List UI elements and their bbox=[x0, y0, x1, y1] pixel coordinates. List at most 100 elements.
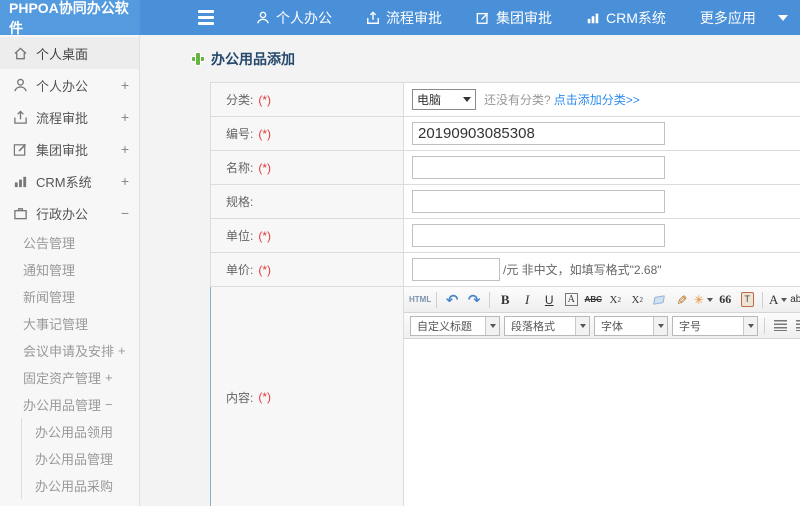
redo-icon[interactable]: ↷ bbox=[464, 290, 484, 310]
editor-toolbar-row2: 自定义标题 段落格式 字体 字号 bbox=[404, 313, 800, 339]
superscript-button[interactable]: X2 bbox=[605, 290, 625, 310]
font-color-button[interactable]: A bbox=[768, 290, 788, 310]
top-nav: 个人办公 流程审批 集团审批 CRM系统 更多应用 bbox=[256, 8, 788, 28]
nav-crm[interactable]: CRM系统 bbox=[586, 8, 666, 28]
form-row-number: 编号: (*) bbox=[210, 117, 800, 151]
sidebar-item-supplies-purchase[interactable]: 办公用品采购 bbox=[22, 472, 139, 499]
nav-more-apps[interactable]: 更多应用 bbox=[700, 8, 756, 28]
workflow-icon bbox=[12, 109, 28, 125]
add-plus-icon bbox=[192, 53, 204, 65]
top-header: PHPOA协同办公软件 个人办公 流程审批 集团审批 CRM系统 更多应用 bbox=[0, 0, 800, 36]
edit-icon bbox=[12, 141, 28, 157]
sidebar-item-group-approval[interactable]: 集团审批 + bbox=[0, 133, 139, 165]
undo-icon[interactable]: ↶ bbox=[442, 290, 462, 310]
main-content: 办公用品添加 分类: (*) 电脑 还没有分类? 点击添加分类>> 编号: (*… bbox=[140, 35, 800, 506]
required-mark: (*) bbox=[258, 160, 272, 175]
name-input[interactable] bbox=[412, 156, 665, 179]
nav-workflow-approval[interactable]: 流程审批 bbox=[366, 8, 442, 28]
name-label: 名称: bbox=[226, 161, 254, 175]
sidebar: 个人桌面 个人办公 + 流程审批 + 集团审批 + CRM系统 + 行政办公 − bbox=[0, 35, 140, 506]
sidebar-item-office-supplies-mgmt[interactable]: 办公用品管理 − bbox=[0, 391, 139, 418]
italic-button[interactable]: I bbox=[517, 290, 537, 310]
select-caret-icon bbox=[463, 97, 471, 102]
sidebar-item-fixed-assets-mgmt[interactable]: 固定资产管理 + bbox=[0, 364, 139, 391]
sidebar-item-meeting-mgmt[interactable]: 会议申请及安排 + bbox=[0, 337, 139, 364]
category-label: 分类: bbox=[226, 93, 254, 107]
home-icon bbox=[12, 45, 28, 61]
underline-button[interactable]: U bbox=[539, 290, 559, 310]
price-input[interactable] bbox=[412, 258, 500, 281]
bar-chart-icon bbox=[586, 11, 600, 25]
supplies-submenu: 办公用品领用 办公用品管理 办公用品采购 bbox=[21, 418, 139, 499]
nav-group-approval[interactable]: 集团审批 bbox=[476, 8, 552, 28]
required-mark: (*) bbox=[258, 228, 272, 243]
html-source-button[interactable]: HTML bbox=[409, 290, 431, 310]
expand-icon[interactable]: + bbox=[121, 141, 129, 157]
page-title: 办公用品添加 bbox=[192, 49, 800, 69]
sidebar-item-workflow-approval[interactable]: 流程审批 + bbox=[0, 101, 139, 133]
form-row-category: 分类: (*) 电脑 还没有分类? 点击添加分类>> bbox=[210, 83, 800, 117]
unit-input[interactable] bbox=[412, 224, 665, 247]
spec-input[interactable] bbox=[412, 190, 665, 213]
form-row-content: 内容: (*) HTML ↶ ↷ B I U A ABC X 2 X 2 ✎ ✳… bbox=[210, 287, 800, 506]
price-label: 单价: bbox=[226, 263, 254, 277]
expand-icon: + bbox=[105, 370, 113, 385]
select-caret-icon bbox=[743, 316, 757, 335]
sidebar-item-supplies-claim[interactable]: 办公用品领用 bbox=[22, 418, 139, 445]
unit-label: 单位: bbox=[226, 229, 254, 243]
sidebar-item-personal-desktop[interactable]: 个人桌面 bbox=[0, 37, 139, 69]
bold-button[interactable]: B bbox=[495, 290, 515, 310]
expand-icon[interactable]: + bbox=[121, 77, 129, 93]
sidebar-item-personal-office[interactable]: 个人办公 + bbox=[0, 69, 139, 101]
number-input[interactable] bbox=[412, 122, 665, 145]
format-brush-icon[interactable]: ✎ bbox=[671, 290, 691, 310]
expand-icon[interactable]: + bbox=[121, 109, 129, 125]
autoformat-icon[interactable]: ✳ bbox=[693, 290, 713, 310]
blockquote-button[interactable]: 66 bbox=[715, 290, 735, 310]
category-select[interactable]: 电脑 bbox=[412, 89, 476, 110]
chevron-down-icon[interactable] bbox=[777, 14, 788, 21]
editor-content-area[interactable] bbox=[404, 339, 800, 506]
align-center-icon[interactable] bbox=[792, 316, 800, 336]
sidebar-item-admin-office[interactable]: 行政办公 − bbox=[0, 197, 139, 229]
user-icon bbox=[12, 77, 28, 93]
user-icon bbox=[256, 11, 270, 25]
edit-icon bbox=[476, 11, 490, 25]
expand-icon[interactable]: + bbox=[121, 173, 129, 189]
font-size-select[interactable]: 字号 bbox=[672, 315, 758, 336]
workflow-icon bbox=[366, 10, 380, 25]
align-left-icon[interactable] bbox=[770, 316, 790, 336]
highlight-color-button[interactable]: ab✎ bbox=[790, 290, 800, 310]
eraser-icon[interactable] bbox=[649, 290, 669, 310]
strikethrough-button[interactable]: ABC bbox=[583, 290, 603, 310]
sidebar-item-news-mgmt[interactable]: 新闻管理 bbox=[0, 283, 139, 310]
hamburger-menu-icon[interactable] bbox=[198, 10, 214, 25]
required-mark: (*) bbox=[258, 262, 272, 277]
add-category-link[interactable]: 点击添加分类>> bbox=[554, 91, 640, 108]
collapse-icon: − bbox=[105, 397, 113, 412]
sidebar-item-supplies-manage[interactable]: 办公用品管理 bbox=[22, 445, 139, 472]
paragraph-format-select[interactable]: 段落格式 bbox=[504, 315, 590, 336]
form-row-name: 名称: (*) bbox=[210, 151, 800, 185]
select-caret-icon bbox=[653, 316, 667, 335]
price-format-hint: /元 非中文，如填写格式"2.68" bbox=[503, 263, 662, 277]
rich-text-editor: HTML ↶ ↷ B I U A ABC X2 X2 ✎ ✳ 66 T A ab… bbox=[404, 287, 800, 506]
paste-as-text-icon[interactable]: T bbox=[737, 290, 757, 310]
sidebar-item-events-mgmt[interactable]: 大事记管理 bbox=[0, 310, 139, 337]
bar-chart-icon bbox=[12, 173, 28, 189]
char-border-button[interactable]: A bbox=[561, 290, 581, 310]
sidebar-item-announcement-mgmt[interactable]: 公告管理 bbox=[0, 229, 139, 256]
collapse-icon[interactable]: − bbox=[121, 205, 129, 221]
content-label: 内容: bbox=[226, 390, 254, 405]
font-family-select[interactable]: 字体 bbox=[594, 315, 668, 336]
form-row-spec: 规格: bbox=[210, 185, 800, 219]
expand-icon: + bbox=[118, 343, 126, 358]
app-logo: PHPOA协同办公软件 bbox=[0, 0, 140, 36]
sidebar-item-crm[interactable]: CRM系统 + bbox=[0, 165, 139, 197]
nav-personal-office[interactable]: 个人办公 bbox=[256, 8, 332, 28]
subscript-button[interactable]: X2 bbox=[627, 290, 647, 310]
required-mark: (*) bbox=[258, 390, 272, 404]
sidebar-item-notice-mgmt[interactable]: 通知管理 bbox=[0, 256, 139, 283]
custom-heading-select[interactable]: 自定义标题 bbox=[410, 315, 500, 336]
briefcase-icon bbox=[12, 205, 28, 221]
